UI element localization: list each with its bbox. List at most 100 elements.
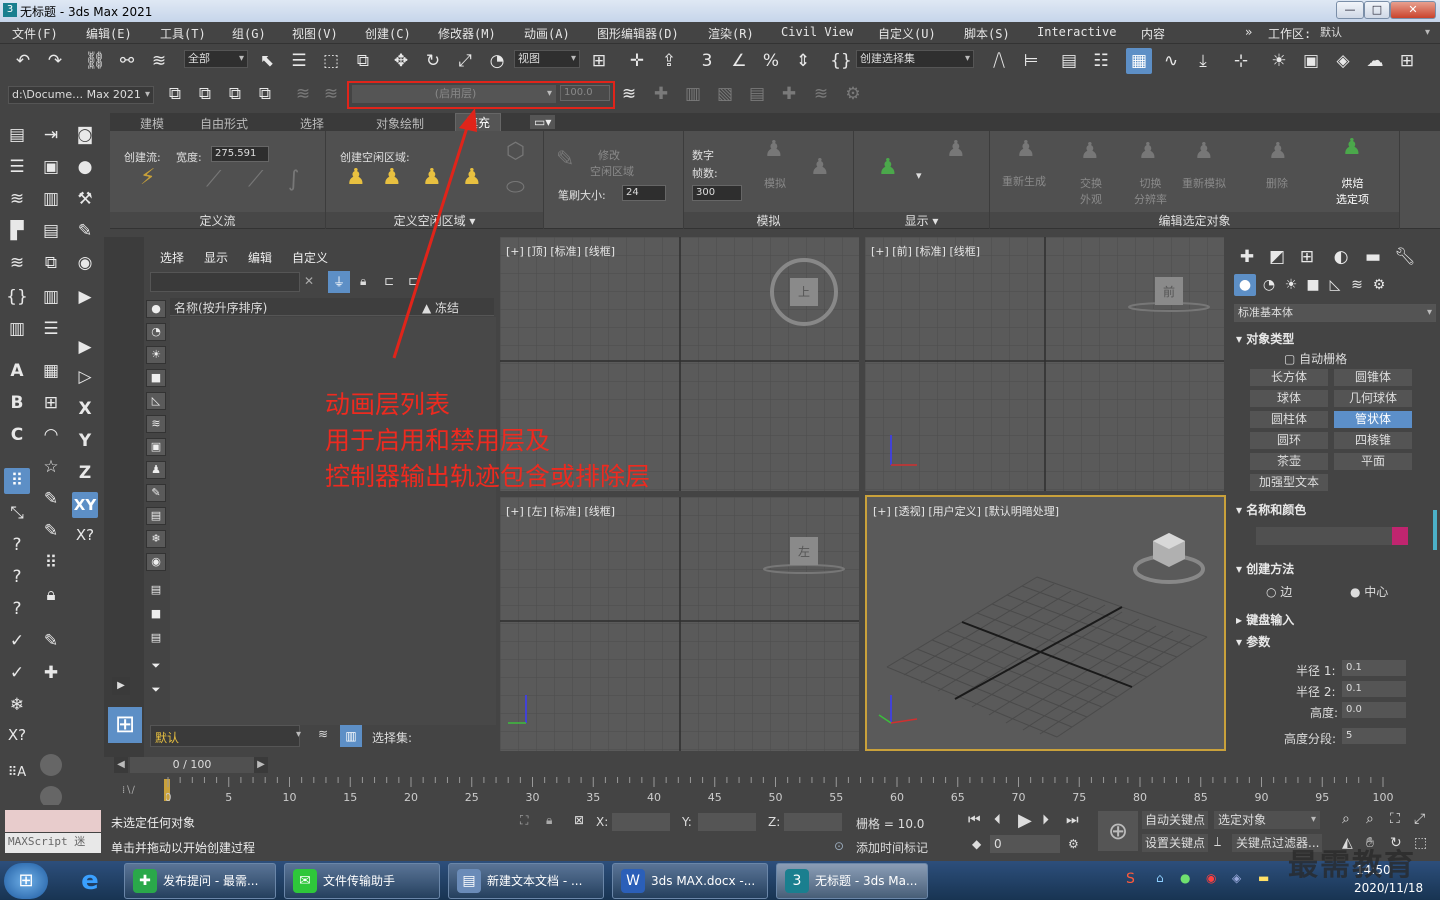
- spacewarps-icon[interactable]: ≋: [1346, 274, 1368, 296]
- parameters-rollout[interactable]: ▾ 参数: [1236, 633, 1270, 650]
- play-icon[interactable]: ▶: [72, 334, 98, 360]
- radius1-spinner[interactable]: 0.1: [1342, 660, 1406, 676]
- menu-tools[interactable]: 工具(T): [160, 25, 206, 42]
- xyz-icon[interactable]: X?: [4, 722, 30, 748]
- letter-c-icon[interactable]: C: [4, 422, 30, 448]
- window-crossing-icon[interactable]: ⧉: [350, 48, 376, 74]
- viewport-layout-icon[interactable]: ⊞: [108, 707, 142, 743]
- maxscript-listener[interactable]: [5, 810, 101, 832]
- torus-button[interactable]: 圆环: [1250, 432, 1328, 449]
- menu-content[interactable]: 内容: [1141, 25, 1165, 42]
- link-icon[interactable]: ⛓: [82, 48, 108, 74]
- anim-layer-icon-6[interactable]: ≋: [808, 81, 834, 107]
- sheet-icon[interactable]: ▤: [38, 218, 64, 244]
- set-key-button[interactable]: 设置关键点: [1142, 834, 1208, 852]
- redo-icon[interactable]: ↷: [42, 48, 68, 74]
- auto-key-button[interactable]: 自动关键点: [1142, 811, 1208, 829]
- menu-interactive[interactable]: Interactive: [1037, 25, 1116, 39]
- selection-filter-dropdown[interactable]: 全部: [184, 50, 248, 68]
- scene-menu-display[interactable]: 显示: [204, 249, 228, 266]
- unlink-icon[interactable]: ⚯: [114, 48, 140, 74]
- menu-customize[interactable]: 自定义(U): [878, 25, 936, 42]
- anim-layer-icon-7[interactable]: ⚙: [840, 81, 866, 107]
- creation-method-rollout[interactable]: ▾ 创建方法: [1236, 560, 1294, 577]
- axis-y-icon[interactable]: Y: [72, 428, 98, 454]
- snowflake-icon[interactable]: ❄: [4, 692, 30, 718]
- autogrid-checkbox[interactable]: ▢ 自动栅格: [1284, 350, 1347, 367]
- select-manipulate-icon[interactable]: ✛: [624, 48, 650, 74]
- angle-snap-icon[interactable]: ∠: [726, 48, 752, 74]
- layer-dropdown-arrow-icon[interactable]: ▾: [296, 729, 301, 740]
- reference-coordinate-dropdown[interactable]: 视图: [514, 50, 580, 68]
- col-name-header[interactable]: 名称(按升序排序): [174, 299, 267, 316]
- viewport-left[interactable]: 左 [+] [左] [标准] [线框]: [500, 497, 859, 751]
- taskbar-item-word[interactable]: W 3ds MAX.docx -...: [612, 863, 768, 899]
- display-figure-2-icon[interactable]: ♟: [946, 137, 966, 162]
- mirror-icon[interactable]: ⧸⧹: [986, 48, 1012, 74]
- tray-shield-icon[interactable]: ◈: [1232, 871, 1241, 885]
- ribbon-options-icon[interactable]: ▭▾: [530, 115, 556, 129]
- filter-cameras-icon[interactable]: ■: [146, 369, 166, 387]
- name-color-rollout[interactable]: ▾ 名称和颜色: [1236, 501, 1306, 518]
- lights-icon[interactable]: ☀: [1280, 274, 1302, 296]
- rectangular-selection-icon[interactable]: ⬚: [318, 48, 344, 74]
- viewport-label-top[interactable]: [+] [顶] [标准] [线框]: [506, 243, 615, 259]
- goto-end-icon[interactable]: ⏭: [1066, 812, 1079, 828]
- pencil-icon[interactable]: ✎: [72, 218, 98, 244]
- layer-stack-alt-icon[interactable]: ≋: [318, 81, 344, 107]
- menu-rendering[interactable]: 渲染(R): [708, 25, 754, 42]
- layer-properties-icon[interactable]: ⧉: [192, 81, 218, 107]
- utilities-tab-icon[interactable]: 🔧︎: [1392, 244, 1418, 270]
- merge-icon[interactable]: ▣: [38, 154, 64, 180]
- move-icon[interactable]: ✥: [388, 48, 414, 74]
- tray-sogou-icon[interactable]: S: [1126, 871, 1135, 887]
- select-by-name-icon[interactable]: ☰: [286, 48, 312, 74]
- cone-button[interactable]: 圆锥体: [1334, 369, 1412, 386]
- question-icon[interactable]: ?: [4, 532, 30, 558]
- filter-frozen-icon[interactable]: ❄: [146, 530, 166, 548]
- import-icon[interactable]: ⇥: [38, 122, 64, 148]
- taskbar-item-wechat[interactable]: ✉ 文件传输助手: [284, 863, 440, 899]
- selection-set-icon[interactable]: ▥: [340, 725, 362, 747]
- frames-spinner[interactable]: 300: [692, 185, 742, 201]
- simulate-icon[interactable]: ♟: [764, 137, 784, 162]
- anim-layer-icon-2[interactable]: ▥: [680, 81, 706, 107]
- filter-all-icon[interactable]: ▤: [146, 582, 166, 600]
- selection-lock-icon[interactable]: 🔒︎: [546, 813, 552, 828]
- anim-layer-icon-5[interactable]: ✚: [776, 81, 802, 107]
- close-button[interactable]: ✕: [1390, 1, 1436, 19]
- idle-shape-2-icon[interactable]: ⬭: [506, 175, 525, 200]
- time-slider[interactable]: 0 / 100: [130, 757, 254, 773]
- filter-containers-icon[interactable]: ▤: [146, 507, 166, 525]
- funnel2-icon[interactable]: ⏷: [146, 682, 166, 700]
- swap-label[interactable]: 交换 外观: [1080, 175, 1102, 207]
- regenerate-label[interactable]: 重新生成: [1002, 173, 1046, 189]
- scene-menu-edit[interactable]: 编辑: [248, 249, 272, 266]
- funnel-icon[interactable]: ⏷: [146, 658, 166, 676]
- letter-a-icon[interactable]: A: [4, 358, 30, 384]
- viewcube-top-label[interactable]: 上: [798, 283, 810, 300]
- render-production-icon[interactable]: ☁: [1362, 48, 1388, 74]
- record-icon[interactable]: ▷: [72, 364, 98, 390]
- radius2-spinner[interactable]: 0.1: [1342, 681, 1406, 697]
- align-icon[interactable]: ⊨: [1018, 48, 1044, 74]
- workspace-dropdown[interactable]: 默认: [1316, 24, 1434, 42]
- cap-icon[interactable]: ◠: [38, 422, 64, 448]
- list2-icon[interactable]: ☰: [38, 316, 64, 342]
- keyboard-shortcut-icon[interactable]: ⇪: [656, 48, 682, 74]
- key-mode-icon[interactable]: ◆: [972, 837, 981, 851]
- filter-icon[interactable]: ⏚: [328, 271, 350, 293]
- anim-layer-icon-3[interactable]: ▧: [712, 81, 738, 107]
- viewport-perspective[interactable]: [+] [透视] [用户定义] [默认明暗处理]: [865, 495, 1226, 751]
- resolution-label[interactable]: 切换 分辨率: [1134, 175, 1167, 207]
- tab-freeform[interactable]: 自由形式: [200, 115, 248, 132]
- select-box-icon[interactable]: ▛: [4, 218, 30, 244]
- edit-named-selection-icon[interactable]: {}: [828, 48, 854, 74]
- tray-folder-icon[interactable]: ▬: [1258, 871, 1269, 885]
- menu-edit[interactable]: 编辑(E): [86, 25, 132, 42]
- viewport-label-left[interactable]: [+] [左] [标准] [线框]: [506, 503, 615, 519]
- scene-menu-customize[interactable]: 自定义: [292, 249, 328, 266]
- swap-icon[interactable]: ♟: [1080, 139, 1100, 164]
- modify-tab-icon[interactable]: ◩: [1264, 244, 1290, 270]
- question2-icon[interactable]: ?: [4, 564, 30, 590]
